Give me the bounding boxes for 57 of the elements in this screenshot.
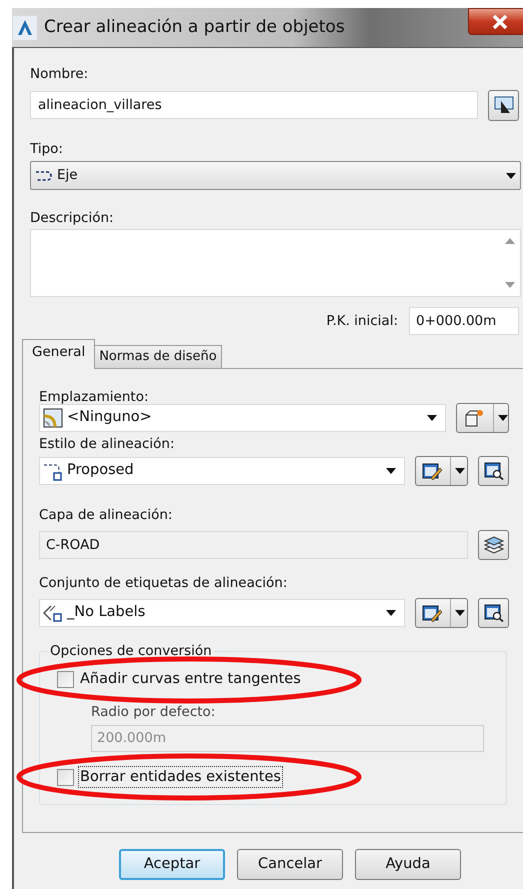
checkbox[interactable] [57,670,74,688]
edit-label-set-button[interactable] [415,598,468,628]
site-icon [43,408,63,428]
scroll-up-icon [504,238,514,244]
new-site-icon [463,408,485,428]
label-set-icon [43,603,63,623]
field-label: Capa de alineación: [39,506,174,525]
caret-icon [498,415,508,421]
type-dropdown[interactable]: Eje [30,161,521,190]
tab[interactable]: General [22,339,96,369]
start-station-field[interactable]: 0+000.00m [409,307,519,335]
field-label: Tipo: [30,140,64,159]
scroll-down-icon [504,282,514,288]
pick-icon [494,96,514,114]
name-field[interactable]: alineacion_villares [30,91,478,119]
edit-icon [422,462,442,480]
layer-button[interactable] [478,530,509,560]
caret-icon [386,468,396,474]
description-field[interactable] [30,229,521,297]
app-logo-icon [13,16,37,40]
layers-icon [482,535,504,555]
site-dropdown[interactable]: <Ninguno> [39,404,446,432]
layer-field: C-ROAD [39,531,468,559]
caret-icon [455,468,465,474]
magnifier-icon [484,604,504,622]
dialog-button[interactable]: Cancelar [237,849,343,880]
label-set-dropdown[interactable]: _No Labels [39,599,405,627]
field-label: Conjunto de etiquetas de alineación: [39,574,288,593]
edit-style-button[interactable] [415,456,468,486]
dialog-button[interactable]: Aceptar [119,849,225,880]
create-site-button[interactable] [456,403,509,433]
style-dropdown[interactable]: Proposed [39,457,405,485]
alignment-icon [35,168,53,182]
view-label-set-button[interactable] [478,598,509,628]
caret-icon [506,172,516,178]
pick-button[interactable] [488,90,519,120]
field-label: Nombre: [30,65,90,84]
checkbox-label[interactable]: Añadir curvas entre tangentes [78,668,303,690]
checkbox-label[interactable]: Borrar entidades existentes [78,766,283,788]
caret-icon [455,610,465,616]
field-label: Emplazamiento: [39,388,150,407]
field-label: Estilo de alineación: [39,435,176,454]
tab[interactable]: Normas de diseño [95,345,222,369]
field-label: P.K. inicial: [326,312,398,331]
caret-icon [386,610,396,616]
window-title: Crear alineación a partir de objetos [44,16,345,39]
field-label: Radio por defecto: [91,703,216,722]
close-button[interactable] [468,8,523,35]
dialog-button[interactable]: Ayuda [355,849,461,880]
magnifier-icon [484,462,504,480]
field-label: Descripción: [30,209,115,228]
group-title: Opciones de conversión [48,642,214,660]
view-style-button[interactable] [478,456,509,486]
close-icon [492,14,508,28]
caret-icon [427,415,437,421]
edit-icon [422,604,442,622]
checkbox[interactable] [57,768,74,786]
